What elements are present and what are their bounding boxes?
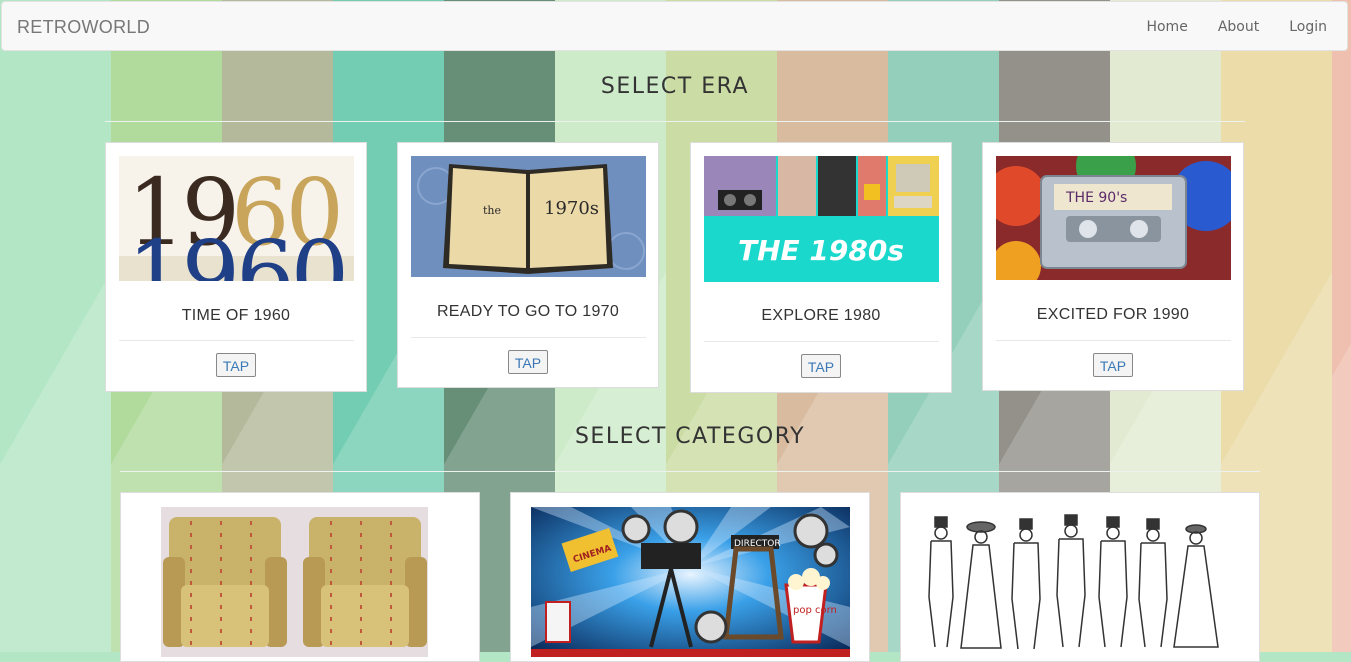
svg-text:THE 1980s: THE 1980s bbox=[738, 234, 904, 267]
category-card-furniture bbox=[120, 492, 480, 662]
era-card-1990: THE 90's EXCITED FOR 1990 TAP bbox=[982, 142, 1244, 391]
era-card-1960: 19 60 1960 TIME OF 1960 TAP bbox=[105, 142, 367, 392]
svg-text:the: the bbox=[483, 204, 501, 217]
era-1980-tap-button[interactable]: TAP bbox=[801, 354, 841, 378]
card-divider bbox=[996, 340, 1231, 341]
people-sketch-icon[interactable] bbox=[921, 507, 1241, 657]
brand-logo[interactable]: RETROWORLD bbox=[17, 17, 150, 38]
era-divider bbox=[105, 121, 1245, 122]
category-card-fashion bbox=[900, 492, 1260, 662]
svg-text:1970s: 1970s bbox=[544, 198, 599, 219]
card-divider bbox=[411, 337, 646, 338]
era-1990-tap-button[interactable]: TAP bbox=[1093, 353, 1133, 377]
era-1960-tap-button[interactable]: TAP bbox=[216, 353, 256, 377]
era-1990-caption: EXCITED FOR 1990 bbox=[1036, 306, 1190, 323]
nav-about-link[interactable]: About bbox=[1218, 19, 1259, 35]
nav-links: Home About Login bbox=[1116, 2, 1327, 52]
svg-text:THE 90's: THE 90's bbox=[1065, 190, 1127, 206]
category-divider bbox=[120, 471, 1260, 472]
film-camera-icon[interactable]: CINEMA DIRECTOR pop corn bbox=[531, 507, 850, 657]
era-card-1980: THE 1980s EXPLORE 1980 TAP bbox=[690, 142, 952, 393]
nav-login-link[interactable]: Login bbox=[1289, 19, 1327, 35]
era-1970-caption: READY TO GO TO 1970 bbox=[436, 303, 620, 320]
era-1960-caption: TIME OF 1960 bbox=[181, 307, 291, 324]
era-1980-caption: EXPLORE 1980 bbox=[761, 307, 881, 324]
era-1960-image[interactable]: 19 60 1960 bbox=[119, 156, 354, 281]
era-1970-image[interactable]: the 1970s bbox=[411, 156, 646, 277]
armchair-icon[interactable] bbox=[161, 507, 428, 657]
nav-home-link[interactable]: Home bbox=[1146, 19, 1187, 35]
select-era-title: SELECT ERA bbox=[600, 74, 750, 99]
card-divider bbox=[119, 340, 354, 341]
era-1980-image[interactable]: THE 1980s bbox=[704, 156, 939, 282]
select-category-title: SELECT CATEGORY bbox=[574, 424, 806, 449]
svg-text:pop corn: pop corn bbox=[793, 605, 837, 616]
era-1970-tap-button[interactable]: TAP bbox=[508, 350, 548, 374]
top-navbar: RETROWORLD Home About Login bbox=[1, 1, 1348, 51]
svg-text:1960: 1960 bbox=[127, 221, 345, 281]
category-card-movies: CINEMA DIRECTOR pop corn bbox=[510, 492, 870, 662]
era-1990-image[interactable]: THE 90's bbox=[996, 156, 1231, 280]
card-divider bbox=[704, 341, 939, 342]
era-card-1970: the 1970s READY TO GO TO 1970 TAP bbox=[397, 142, 659, 388]
